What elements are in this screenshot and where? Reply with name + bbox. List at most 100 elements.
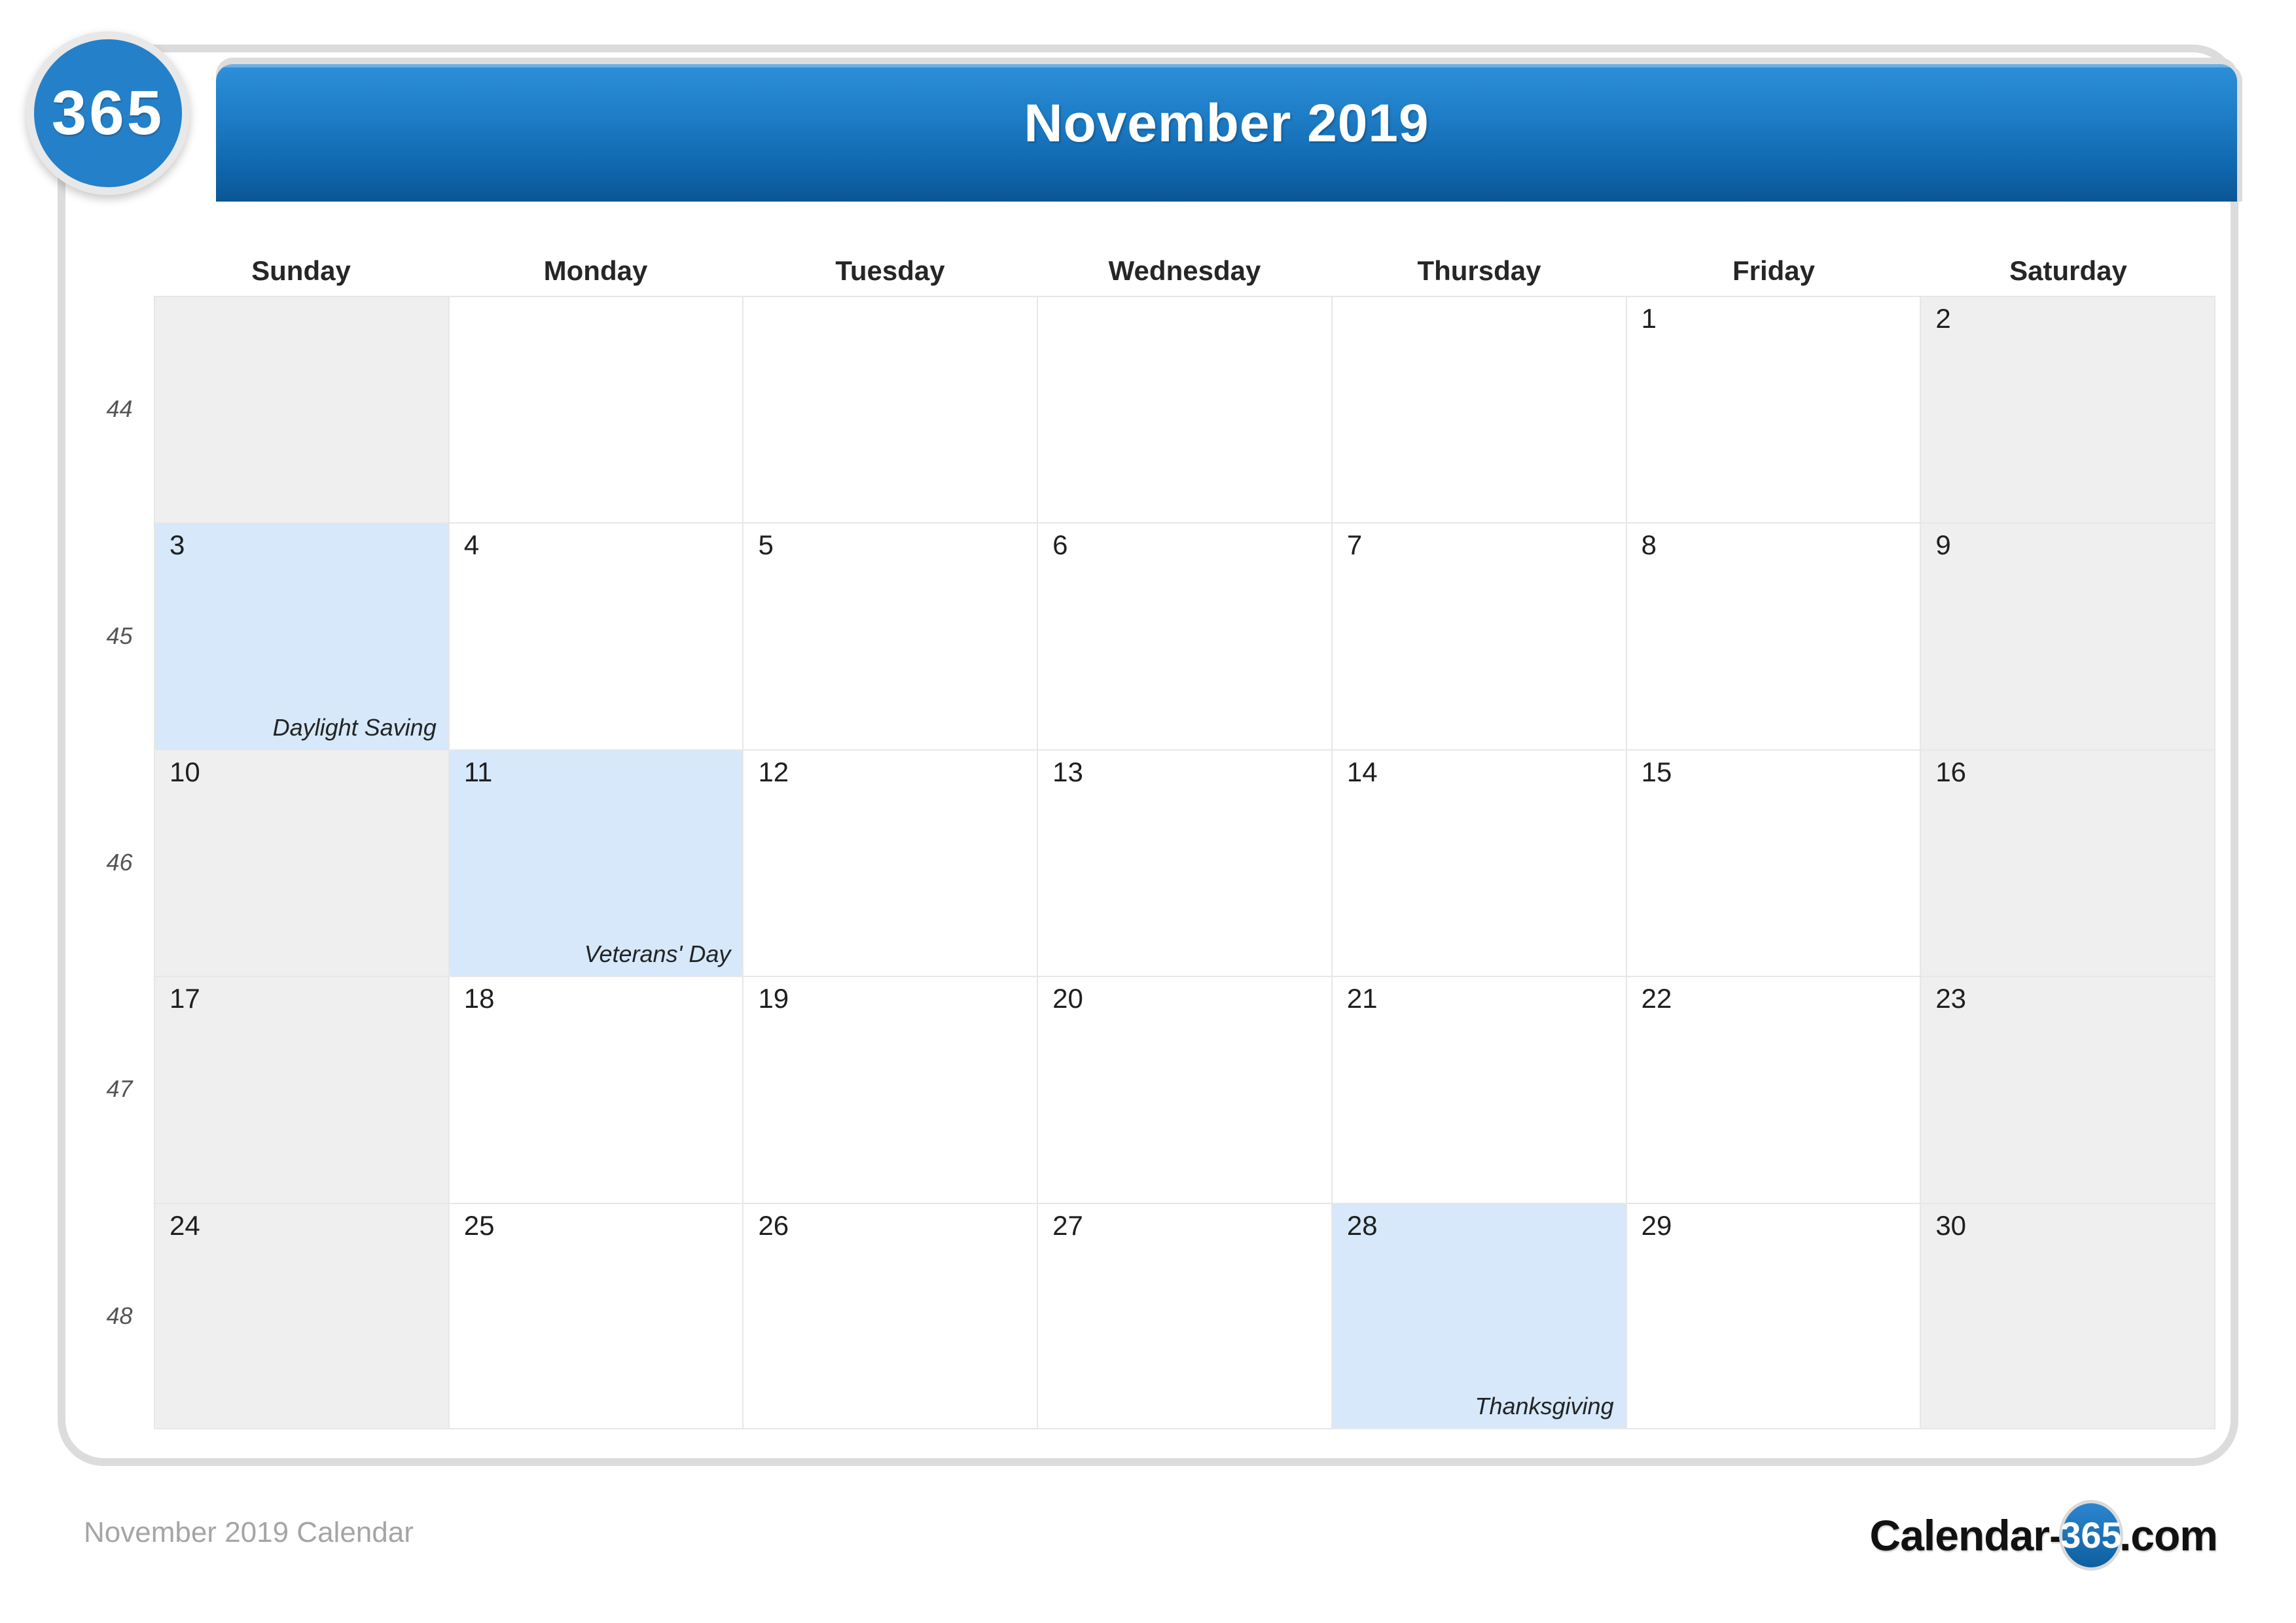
footer-logo-365-icon: 365 [2058,1500,2123,1571]
day-cell-5[interactable]: 5 [744,524,1039,749]
footer-logo-prefix: Calendar- [1869,1511,2064,1560]
footer-logo-365-label: 365 [2060,1514,2122,1556]
day-cell-26[interactable]: 26 [744,1204,1039,1428]
calendar-page: 365 November 2019 365 SundayMondayTuesda… [0,0,2296,1623]
week-number: 47 [106,1075,133,1103]
day-number: 8 [1641,529,1657,561]
day-number: 10 [170,756,200,787]
day-number: 26 [758,1209,789,1241]
day-number: 6 [1052,529,1068,561]
day-cell-empty [744,297,1039,523]
day-cell-empty [155,297,450,523]
day-cell-empty [449,297,744,523]
weekday-header-tuesday: Tuesday [835,255,945,286]
day-number: 27 [1052,1209,1083,1241]
day-number: 5 [758,529,774,561]
week-row: 44 1 2 [85,296,2216,523]
day-cell-3[interactable]: 3 Daylight Saving [155,524,450,749]
day-number: 29 [1641,1209,1672,1241]
day-cell-20[interactable]: 20 [1038,977,1333,1203]
day-number: 14 [1346,756,1378,787]
day-number: 25 [463,1209,495,1241]
day-number: 13 [1052,756,1083,787]
week-row: 47 17 18 19 20 21 22 23 [85,976,2216,1203]
day-number: 4 [463,529,480,561]
day-number: 3 [170,529,185,561]
day-number: 9 [1935,529,1951,561]
day-cell-13[interactable]: 13 [1038,750,1333,976]
day-number: 15 [1641,756,1672,787]
day-number: 2 [1935,303,1951,334]
day-cell-27[interactable]: 27 [1038,1204,1333,1428]
day-number: 18 [463,983,495,1014]
weekday-header-sunday: Sunday [251,255,351,286]
week-day-cells: 10 11 Veterans' Day 12 13 14 15 16 [154,749,2216,976]
day-cell-28[interactable]: 28 Thanksgiving [1332,1204,1627,1428]
day-number: 20 [1052,983,1083,1014]
week-day-cells: 12 [154,296,2216,523]
day-cell-empty [1332,297,1627,523]
day-cell-18[interactable]: 18 [449,977,744,1203]
footer-caption: November 2019 Calendar [84,1516,414,1548]
footer-logo[interactable]: Calendar- 365 .com [1869,1500,2218,1571]
day-event-label: Veterans' Day [584,940,731,968]
weekday-header-monday: Monday [543,255,648,286]
day-number: 16 [1935,756,1967,787]
calendar-grid: 44 1 2 45 3 Daylight Saving 4 5 6 7 8 9 46 10 11 Vetera… [85,296,2216,1429]
day-cell-19[interactable]: 19 [744,977,1039,1203]
week-number: 45 [106,622,133,649]
week-day-cells: 17 18 19 20 21 22 23 [154,976,2216,1203]
day-cell-11[interactable]: 11 Veterans' Day [449,750,744,976]
day-cell-10[interactable]: 10 [155,750,450,976]
footer-logo-suffix: .com [2119,1511,2218,1560]
day-number: 22 [1641,983,1672,1014]
day-number: 7 [1346,529,1363,561]
week-day-cells: 3 Daylight Saving 4 5 6 7 8 9 [154,522,2216,749]
day-cell-30[interactable]: 30 [1921,1204,2216,1428]
logo-365-badge: 365 [26,31,190,195]
day-cell-7[interactable]: 7 [1332,524,1627,749]
day-cell-12[interactable]: 12 [744,750,1039,976]
day-number: 17 [170,983,200,1014]
day-number: 30 [1935,1209,1967,1241]
day-cell-2[interactable]: 2 [1921,297,2216,523]
day-cell-22[interactable]: 22 [1626,977,1922,1203]
week-day-cells: 24 25 26 27 28 Thanksgiving 29 30 [154,1202,2216,1429]
day-event-label: Daylight Saving [272,713,437,741]
day-cell-1[interactable]: 1 [1626,297,1922,523]
day-cell-29[interactable]: 29 [1626,1204,1922,1428]
week-row: 45 3 Daylight Saving 4 5 6 7 8 9 [85,522,2216,749]
day-cell-21[interactable]: 21 [1332,977,1627,1203]
weekday-header-row: Sunday Monday Tuesday Wednesday Thursday Frid… [154,247,2215,294]
week-number: 46 [106,848,133,876]
day-cell-15[interactable]: 15 [1626,750,1922,976]
weekday-header-thursday: Thursday [1417,255,1541,286]
day-cell-23[interactable]: 23 [1921,977,2216,1203]
weekday-header-saturday: Saturday [2009,255,2127,286]
week-row: 48 24 25 26 27 28 Thanksgiving 29 30 [85,1202,2216,1429]
day-cell-25[interactable]: 25 [449,1204,744,1428]
day-number: 28 [1346,1209,1378,1241]
day-event-label: Thanksgiving [1475,1392,1614,1419]
weekday-header-wednesday: Wednesday [1108,255,1261,286]
day-number: 23 [1935,983,1967,1014]
day-cell-empty [1038,297,1333,523]
day-cell-16[interactable]: 16 [1921,750,2216,976]
day-cell-24[interactable]: 24 [155,1204,450,1428]
day-cell-17[interactable]: 17 [155,977,450,1203]
day-number: 19 [758,983,789,1014]
week-row: 46 10 11 Veterans' Day 12 13 14 15 16 [85,749,2216,976]
day-cell-8[interactable]: 8 [1626,524,1922,749]
day-cell-9[interactable]: 9 [1921,524,2216,749]
weekday-header-friday: Friday [1732,255,1816,286]
page-title: November 2019 [1024,94,1429,153]
week-number: 44 [106,395,133,423]
week-number: 48 [106,1302,133,1329]
day-cell-14[interactable]: 14 [1332,750,1627,976]
day-cell-4[interactable]: 4 [449,524,744,749]
day-number: 24 [170,1209,200,1241]
day-cell-6[interactable]: 6 [1038,524,1333,749]
calendar-header-bar: November 2019 [216,64,2237,202]
day-number: 21 [1346,983,1378,1014]
day-number: 1 [1641,303,1657,334]
